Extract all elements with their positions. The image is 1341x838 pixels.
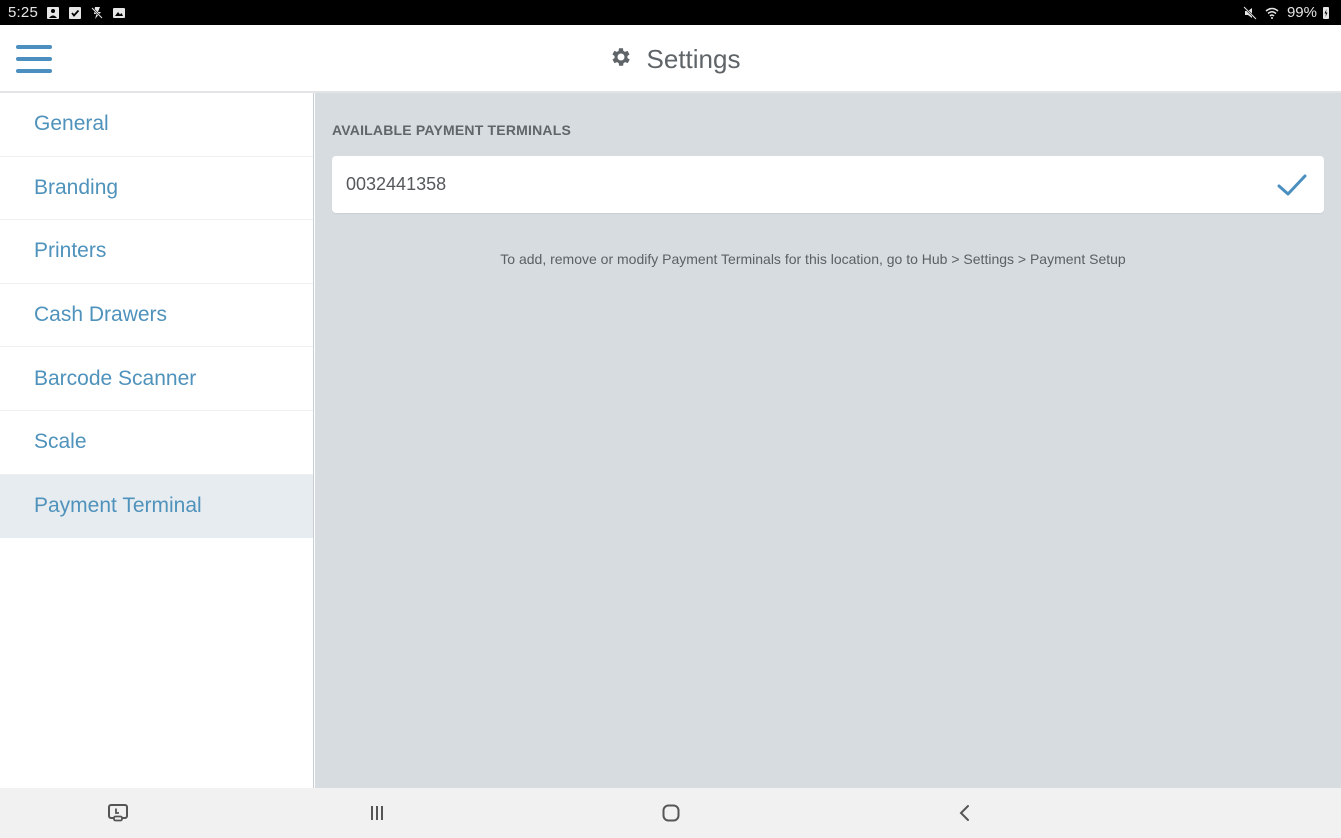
sidebar-item-label: Cash Drawers [34,303,168,327]
terminal-id: 0032441358 [346,174,447,194]
settings-sidebar: General Branding Printers Cash Drawers B… [0,93,314,788]
recent-apps-icon[interactable] [363,800,391,826]
sidebar-item-label: Branding [34,175,119,199]
help-text: To add, remove or modify Payment Termina… [500,251,1126,267]
main-content: AVAILABLE PAYMENT TERMINALS 0032441358 T… [315,93,1341,788]
sidebar-item-scale[interactable]: Scale [0,411,313,475]
sidebar-item-general[interactable]: General [0,93,313,157]
no-flash-icon [90,6,104,20]
mute-icon [1243,5,1257,20]
checkbox-icon [68,6,82,20]
check-icon [1276,172,1308,198]
sidebar-item-payment-terminal[interactable]: Payment Terminal [0,474,313,539]
sidebar-item-label: Barcode Scanner [34,366,197,390]
back-icon[interactable] [951,800,979,826]
wifi-icon [1265,6,1279,20]
sidebar-item-label: Printers [34,239,107,263]
system-nav-bar [0,788,1341,838]
status-bar: 5:25 99% [0,0,1341,25]
status-time: 5:25 [8,4,38,21]
section-label: AVAILABLE PAYMENT TERMINALS [332,122,571,138]
home-icon[interactable] [657,800,685,826]
sidebar-item-branding[interactable]: Branding [0,157,313,221]
sidebar-item-label: General [34,112,109,136]
page-title: Settings [646,43,741,74]
sidebar-item-label: Payment Terminal [34,493,202,517]
battery-icon [1319,6,1333,20]
screen-mirror-icon[interactable] [104,800,132,826]
sidebar-item-cash-drawers[interactable]: Cash Drawers [0,284,313,348]
sidebar-item-barcode-scanner[interactable]: Barcode Scanner [0,347,313,411]
status-right: 99% [1243,4,1333,21]
sidebar-item-printers[interactable]: Printers [0,220,313,284]
battery-level: 99% [1286,4,1317,21]
status-left: 5:25 [8,4,126,21]
image-icon [112,6,126,20]
gear-icon [609,45,633,74]
sidebar-item-label: Scale [34,430,87,454]
screenshot-icon [46,6,60,20]
app-header: Settings [0,25,1341,93]
payment-terminal-row[interactable]: 0032441358 [332,156,1324,213]
header-title-group: Settings [0,25,1341,93]
